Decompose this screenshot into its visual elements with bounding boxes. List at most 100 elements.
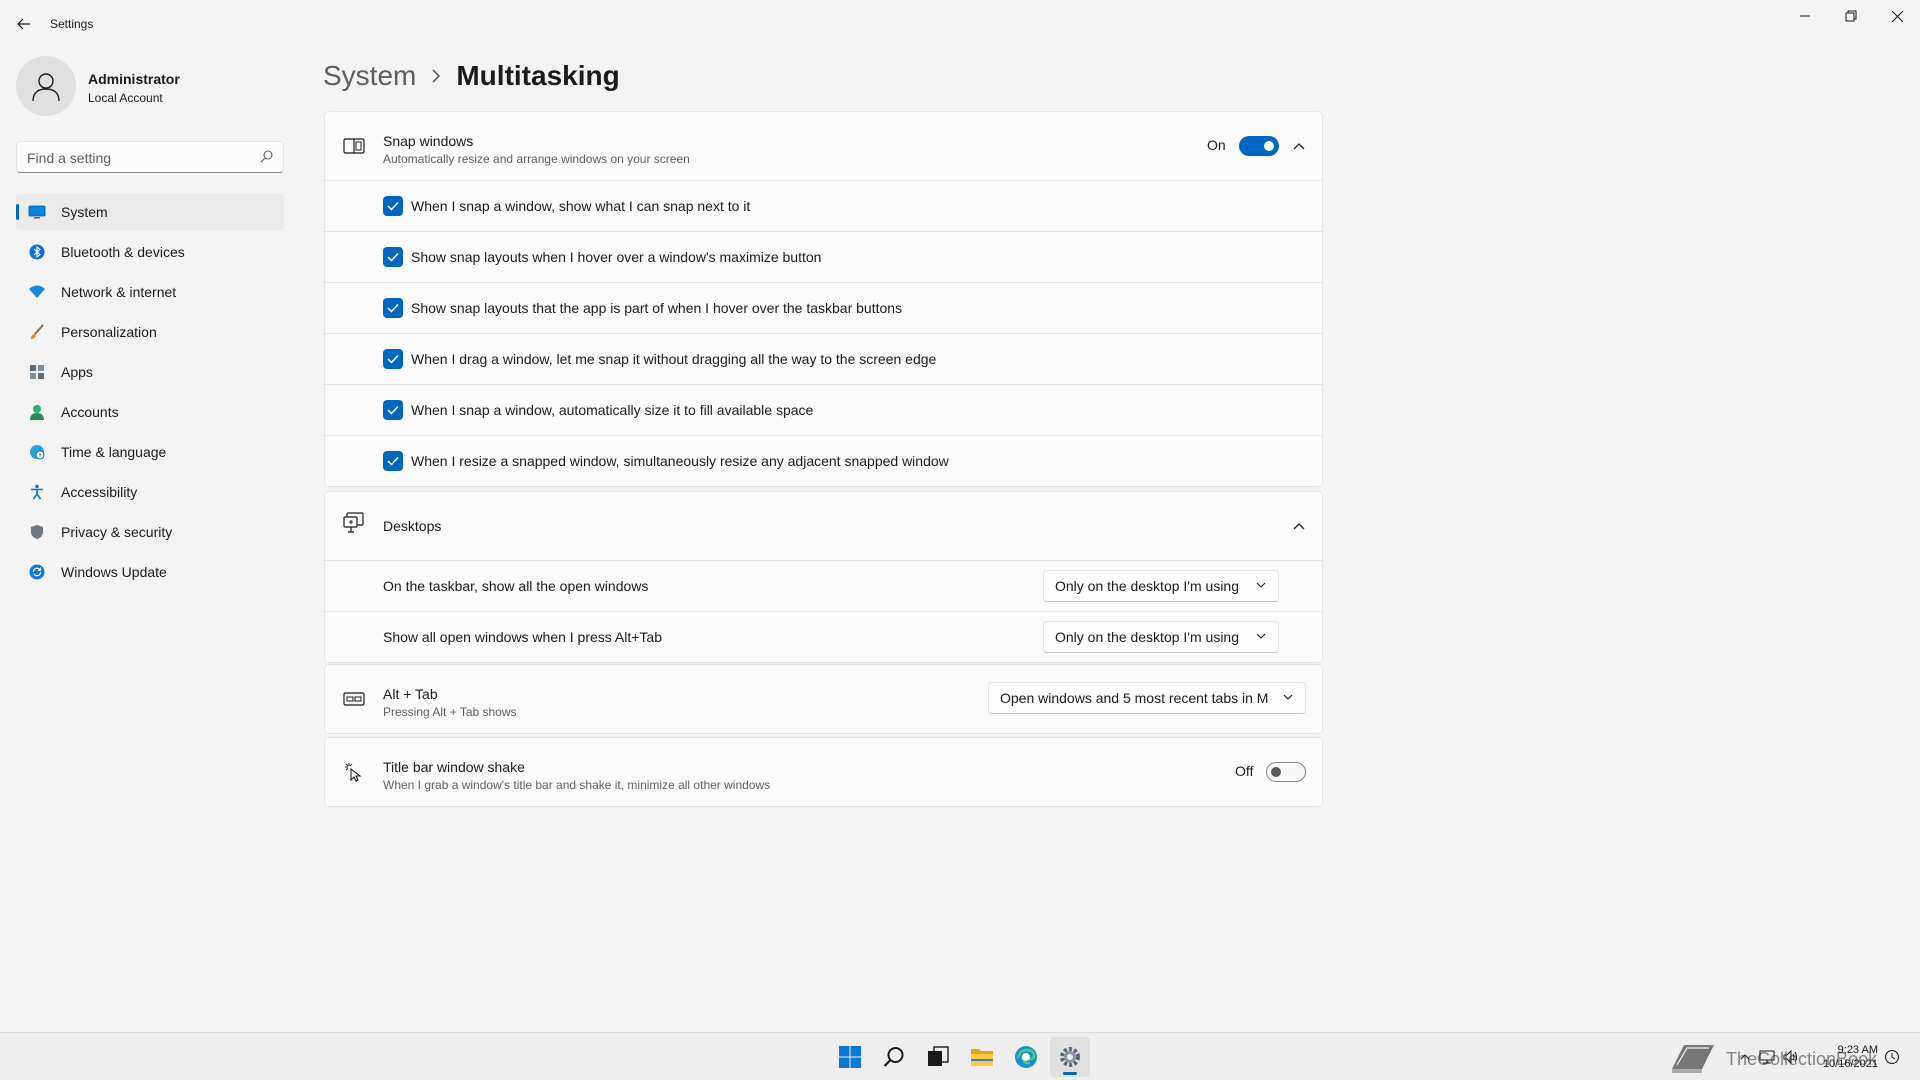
sidebar-item-label: Bluetooth & devices: [61, 244, 185, 260]
dropdown-value: Only on the desktop I'm using: [1055, 578, 1239, 594]
file-explorer-button[interactable]: [962, 1037, 1002, 1077]
desktops-card: Desktops On the taskbar, show all the op…: [324, 491, 1323, 663]
snap-option-checkbox[interactable]: [383, 247, 403, 267]
search-icon: [260, 150, 273, 163]
desktops-taskbar-dropdown[interactable]: Only on the desktop I'm using: [1043, 570, 1279, 602]
sidebar-item-label: Accessibility: [61, 484, 138, 500]
desktops-header[interactable]: Desktops: [325, 492, 1322, 560]
alt-tab-card: Alt + Tab Pressing Alt + Tab shows Open …: [324, 664, 1323, 734]
minimize-button[interactable]: [1782, 0, 1828, 32]
snap-option-label: Show snap layouts when I hover over a wi…: [411, 249, 822, 265]
breadcrumb-parent[interactable]: System: [323, 60, 416, 92]
checkmark-icon: [387, 354, 399, 364]
clock-time: 9:23 AM: [1837, 1044, 1878, 1056]
sidebar-item-windows-update[interactable]: Windows Update: [16, 554, 284, 590]
bluetooth-icon: [28, 243, 46, 261]
snap-windows-collapse-button[interactable]: [1283, 130, 1315, 162]
system-display-icon: [28, 203, 46, 221]
snap-windows-state-label: On: [1207, 137, 1226, 153]
page-title: Multitasking: [456, 60, 620, 91]
sidebar-nav: System Bluetooth & devices Network & int…: [16, 194, 284, 594]
sidebar-item-system[interactable]: System: [16, 194, 284, 230]
close-button[interactable]: [1874, 0, 1920, 32]
alt-tab-description: Pressing Alt + Tab shows: [383, 705, 517, 719]
network-icon[interactable]: [1755, 1050, 1779, 1064]
checkmark-icon: [387, 303, 399, 313]
sidebar-item-apps[interactable]: Apps: [16, 354, 284, 390]
window-shake-card: Title bar window shake When I grab a win…: [324, 737, 1323, 807]
snap-option-label: Show snap layouts that the app is part o…: [411, 300, 903, 316]
search-input[interactable]: [27, 148, 247, 168]
sidebar-item-privacy-security[interactable]: Privacy & security: [16, 514, 284, 550]
back-button[interactable]: [10, 12, 38, 36]
snap-option-row: Show snap layouts when I hover over a wi…: [325, 231, 1322, 282]
settings-taskbar-button[interactable]: [1050, 1037, 1090, 1077]
desktops-collapse-button[interactable]: [1283, 510, 1315, 542]
alt-tab-icon: [342, 689, 366, 709]
snap-windows-toggle[interactable]: [1239, 136, 1279, 156]
wifi-icon: [28, 283, 46, 301]
taskbar-clock[interactable]: 9:23 AM 10/16/2021: [1818, 1043, 1878, 1071]
search-box[interactable]: [16, 141, 284, 173]
sidebar-item-bluetooth[interactable]: Bluetooth & devices: [16, 234, 284, 270]
snap-option-row: When I snap a window, show what I can sn…: [325, 180, 1322, 231]
chevron-right-icon: [432, 69, 441, 83]
app-title: Settings: [50, 17, 94, 31]
sidebar-item-label: Time & language: [61, 444, 167, 460]
snap-option-label: When I resize a snapped window, simultan…: [411, 453, 949, 469]
snap-option-checkbox[interactable]: [383, 196, 403, 216]
snap-option-row: When I drag a window, let me snap it wit…: [325, 333, 1322, 384]
window-shake-header: Title bar window shake When I grab a win…: [325, 738, 1322, 806]
snap-windows-icon: [342, 136, 366, 156]
notification-icon[interactable]: [1884, 1049, 1900, 1065]
desktops-alttab-dropdown[interactable]: Only on the desktop I'm using: [1043, 621, 1279, 653]
edge-button[interactable]: [1006, 1037, 1046, 1077]
alt-tab-dropdown[interactable]: Open windows and 5 most recent tabs in M: [988, 682, 1306, 714]
snap-option-checkbox[interactable]: [383, 298, 403, 318]
snap-option-checkbox[interactable]: [383, 349, 403, 369]
snap-option-label: When I snap a window, automatically size…: [411, 402, 814, 418]
snap-option-checkbox[interactable]: [383, 451, 403, 471]
window-shake-state-label: Off: [1235, 763, 1254, 779]
sidebar-item-network[interactable]: Network & internet: [16, 274, 284, 310]
user-profile[interactable]: Administrator Local Account: [16, 56, 286, 118]
taskbar-search-button[interactable]: [874, 1037, 914, 1077]
person-avatar-icon: [32, 73, 60, 102]
taskbar: TheCollectionBook 9:23 AM 10/16/2021: [0, 1032, 1920, 1080]
chevron-down-icon: [1256, 582, 1266, 588]
apps-icon: [28, 363, 46, 381]
chevron-down-icon: [1283, 694, 1293, 700]
sidebar-item-label: Personalization: [61, 324, 157, 340]
sidebar-item-time-language[interactable]: Time & language: [16, 434, 284, 470]
sidebar-item-accounts[interactable]: Accounts: [16, 394, 284, 430]
chevron-up-icon: [1293, 523, 1305, 530]
restore-button[interactable]: [1828, 0, 1874, 32]
avatar: [16, 56, 76, 116]
snap-windows-header[interactable]: Snap windows Automatically resize and ar…: [325, 112, 1322, 180]
person-icon: [28, 403, 46, 421]
volume-icon[interactable]: [1779, 1050, 1803, 1064]
globe-clock-icon: [28, 443, 46, 461]
snap-option-row: Show snap layouts that the app is part o…: [325, 282, 1322, 333]
profile-name: Administrator: [88, 71, 180, 87]
minimize-icon: [1800, 15, 1810, 17]
snap-option-label: When I drag a window, let me snap it wit…: [411, 351, 937, 367]
close-icon: [1891, 10, 1903, 22]
checkmark-icon: [387, 456, 399, 466]
sidebar-item-accessibility[interactable]: Accessibility: [16, 474, 284, 510]
start-button[interactable]: [830, 1037, 870, 1077]
window-shake-toggle[interactable]: [1266, 762, 1306, 782]
snap-windows-card: Snap windows Automatically resize and ar…: [324, 111, 1323, 487]
system-tray: [1735, 1033, 1803, 1080]
tray-overflow-chevron-icon[interactable]: [1735, 1054, 1755, 1060]
task-view-button[interactable]: [918, 1037, 958, 1077]
sidebar-item-personalization[interactable]: Personalization: [16, 314, 284, 350]
sidebar-item-label: System: [61, 204, 108, 220]
dropdown-value: Open windows and 5 most recent tabs in M: [1000, 690, 1269, 706]
checkmark-icon: [387, 201, 399, 211]
shield-icon: [28, 523, 46, 541]
desktops-taskbar-row: On the taskbar, show all the open window…: [325, 560, 1322, 611]
snap-option-checkbox[interactable]: [383, 400, 403, 420]
update-icon: [28, 563, 46, 581]
edge-icon: [1015, 1046, 1037, 1068]
